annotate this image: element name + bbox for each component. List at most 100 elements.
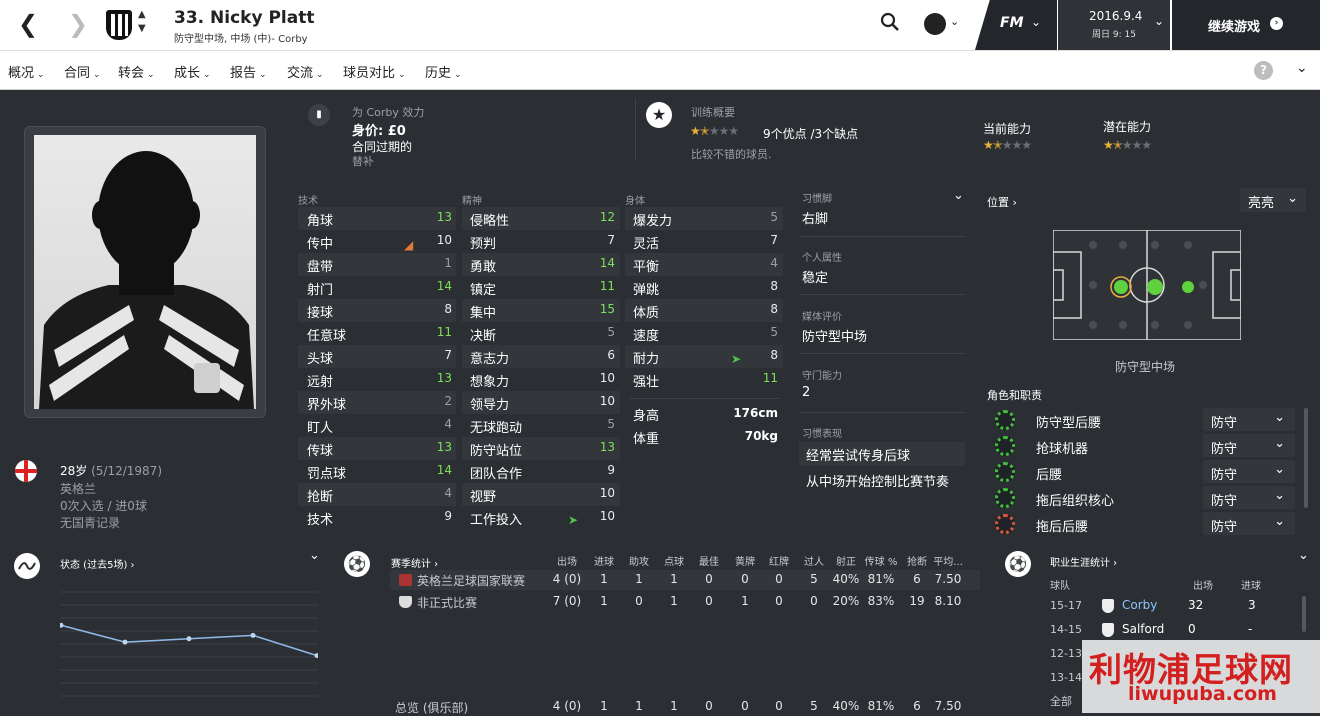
attribute-name[interactable]: 传中 (307, 233, 333, 252)
attribute-name[interactable]: 接球 (307, 302, 333, 321)
attribute-name[interactable]: 传球 (307, 440, 333, 459)
attribute-name[interactable]: 界外球 (307, 394, 346, 413)
form-title[interactable]: 状态 (过去5场) › (60, 556, 135, 571)
nav-development[interactable]: 成长 ⌄ (174, 62, 211, 81)
chevron-down-icon[interactable]: ⌄ (1296, 60, 1308, 76)
date-panel[interactable]: 2016.9.4 周日 9: 15 ⌄ (1058, 0, 1170, 50)
forward-arrow-icon[interactable]: ❯ (68, 10, 88, 38)
competition-name[interactable]: 非正式比赛 (417, 594, 477, 611)
attribute-name[interactable]: 团队合作 (470, 463, 522, 482)
club-switch-icon[interactable]: ▲ ▼ (138, 8, 146, 36)
attribute-name[interactable]: 勇敢 (470, 256, 496, 275)
career-team[interactable]: Salford (1122, 622, 1164, 636)
scrollbar[interactable] (1304, 408, 1308, 508)
form-point[interactable] (250, 632, 256, 638)
attribute-name[interactable]: 盯人 (307, 417, 333, 436)
season-col-header[interactable]: 点球 (659, 553, 689, 568)
position-title[interactable]: 位置 › (987, 194, 1017, 210)
role-name[interactable]: 拖后后腰 (1036, 516, 1088, 535)
role-name[interactable]: 后腰 (1036, 464, 1062, 483)
scrollbar[interactable] (1302, 596, 1306, 632)
role-duty-select[interactable]: 防守 ⌄ (1203, 512, 1295, 535)
role-duty-select[interactable]: 防守 ⌄ (1203, 408, 1295, 431)
fm-menu[interactable]: FM ⌄ (975, 0, 1057, 50)
season-col-header[interactable]: 最佳 (694, 553, 724, 568)
form-point[interactable] (60, 622, 64, 628)
back-arrow-icon[interactable]: ❮ (18, 10, 38, 38)
attribute-name[interactable]: 想象力 (470, 371, 509, 390)
nav-contract[interactable]: 合同 ⌄ (64, 62, 101, 81)
attribute-name[interactable]: 头球 (307, 348, 333, 367)
career-team[interactable]: Corby (1122, 598, 1157, 612)
attribute-name[interactable]: 防守站位 (470, 440, 522, 459)
nav-overview[interactable]: 概况 ⌄ (8, 62, 45, 81)
highlight-select[interactable]: 亮亮 ⌄ (1240, 188, 1306, 212)
form-point[interactable] (122, 639, 128, 645)
info-column: 习惯脚 ⌄ 右脚 个人属性 稳定 媒体评价 防守型中场 守门能力 2 习惯表现 … (795, 186, 970, 490)
physical-header: 身体 (625, 196, 645, 207)
season-col-header[interactable]: 红牌 (764, 553, 794, 568)
season-col-header[interactable]: 过人 (799, 553, 829, 568)
role-duty-select[interactable]: 防守 ⌄ (1203, 460, 1295, 483)
attribute-name[interactable]: 盘带 (307, 256, 333, 275)
attribute-name[interactable]: 决断 (470, 325, 496, 344)
globe-icon[interactable] (924, 13, 946, 35)
attribute-name[interactable]: 耐力 (633, 348, 659, 367)
nav-transfer[interactable]: 转会 ⌄ (118, 62, 155, 81)
season-col-header[interactable]: 射正 (828, 553, 864, 568)
club-crest-icon[interactable] (106, 10, 132, 40)
chevron-down-icon[interactable]: ⌄ (953, 188, 964, 203)
attribute-name[interactable]: 远射 (307, 371, 333, 390)
attribute-name[interactable]: 任意球 (307, 325, 346, 344)
season-col-header[interactable]: 出场 (550, 553, 584, 568)
role-duty-select[interactable]: 防守 ⌄ (1203, 434, 1295, 457)
season-col-header[interactable]: 黄牌 (730, 553, 760, 568)
attribute-name[interactable]: 集中 (470, 302, 496, 321)
attribute-name[interactable]: 领导力 (470, 394, 509, 413)
career-apps: 32 (1188, 598, 1204, 612)
attribute-name[interactable]: 意志力 (470, 348, 509, 367)
attribute-name[interactable]: 视野 (470, 486, 496, 505)
attribute-name[interactable]: 射门 (307, 279, 333, 298)
attribute-name[interactable]: 镇定 (470, 279, 496, 298)
season-title[interactable]: 赛季统计 › (391, 555, 438, 570)
attribute-name[interactable]: 爆发力 (633, 210, 672, 229)
search-icon[interactable] (880, 12, 900, 32)
season-total-cell: 1 (635, 699, 643, 713)
role-name[interactable]: 抢球机器 (1036, 438, 1088, 457)
attribute-name[interactable]: 工作投入 (470, 509, 522, 528)
role-name[interactable]: 防守型后腰 (1036, 412, 1101, 431)
season-col-header[interactable]: 进球 (589, 553, 619, 568)
attribute-name[interactable]: 强壮 (633, 371, 659, 390)
attribute-name[interactable]: 预判 (470, 233, 496, 252)
form-point[interactable] (186, 636, 192, 642)
attribute-name[interactable]: 技术 (307, 509, 333, 528)
chevron-down-icon[interactable]: ⌄ (1298, 548, 1309, 563)
attribute-name[interactable]: 罚点球 (307, 463, 346, 482)
season-col-header[interactable]: 助攻 (624, 553, 654, 568)
attribute-name[interactable]: 弹跳 (633, 279, 659, 298)
season-col-header[interactable]: 平均... (927, 553, 969, 568)
nav-history[interactable]: 历史 ⌄ (425, 62, 462, 81)
attribute-name[interactable]: 体质 (633, 302, 659, 321)
chevron-down-icon[interactable]: ⌄ (309, 548, 320, 563)
attribute-name[interactable]: 抢断 (307, 486, 333, 505)
role-duty-select[interactable]: 防守 ⌄ (1203, 486, 1295, 509)
nav-compare[interactable]: 球员对比 ⌄ (343, 62, 406, 81)
help-icon[interactable]: ? (1254, 61, 1273, 80)
season-col-header[interactable]: 传球 % (863, 553, 899, 568)
chevron-down-icon[interactable]: ⌄ (950, 15, 959, 28)
attribute-name[interactable]: 侵略性 (470, 210, 509, 229)
continue-button[interactable]: 继续游戏 › (1172, 0, 1320, 50)
attribute-name[interactable]: 角球 (307, 210, 333, 229)
season-stat-cell: 1 (600, 572, 608, 586)
nav-interaction[interactable]: 交流 ⌄ (287, 62, 324, 81)
attribute-name[interactable]: 速度 (633, 325, 659, 344)
attribute-name[interactable]: 无球跑动 (470, 417, 522, 436)
role-name[interactable]: 拖后组织核心 (1036, 490, 1114, 509)
attribute-name[interactable]: 平衡 (633, 256, 659, 275)
competition-name[interactable]: 英格兰足球国家联赛 (417, 572, 525, 589)
attribute-name[interactable]: 灵活 (633, 233, 659, 252)
career-title[interactable]: 职业生涯统计 › (1050, 554, 1117, 569)
nav-reports[interactable]: 报告 ⌄ (230, 62, 267, 81)
